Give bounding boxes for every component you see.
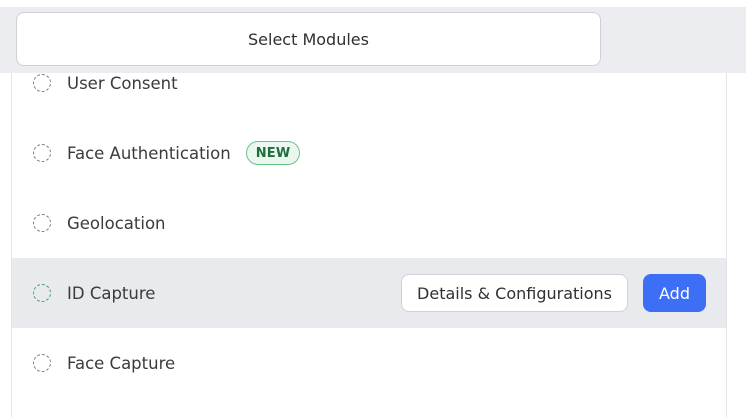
module-label: Geolocation [67, 213, 166, 233]
radio-button[interactable] [33, 214, 51, 232]
new-badge: NEW [245, 141, 301, 165]
module-label: User Consent [67, 73, 178, 93]
select-modules-label: Select Modules [248, 29, 369, 49]
radio-button[interactable] [33, 354, 51, 372]
radio-button[interactable] [33, 144, 51, 162]
module-row-face-capture[interactable]: Face Capture [12, 328, 726, 398]
radio-button[interactable] [33, 284, 51, 302]
module-row-face-authentication[interactable]: Face Authentication NEW [12, 118, 726, 188]
module-row-id-capture[interactable]: ID Capture Details & Configurations Add [12, 258, 726, 328]
module-list: User Consent Face Authentication NEW Geo… [11, 73, 727, 417]
module-label: ID Capture [67, 283, 156, 303]
module-row-user-consent[interactable]: User Consent [12, 48, 726, 118]
module-label: Face Capture [67, 353, 176, 373]
details-configurations-button[interactable]: Details & Configurations [401, 274, 628, 312]
radio-button[interactable] [33, 74, 51, 92]
module-label: Face Authentication [67, 143, 231, 163]
module-row-geolocation[interactable]: Geolocation [12, 188, 726, 258]
add-button[interactable]: Add [643, 274, 706, 312]
